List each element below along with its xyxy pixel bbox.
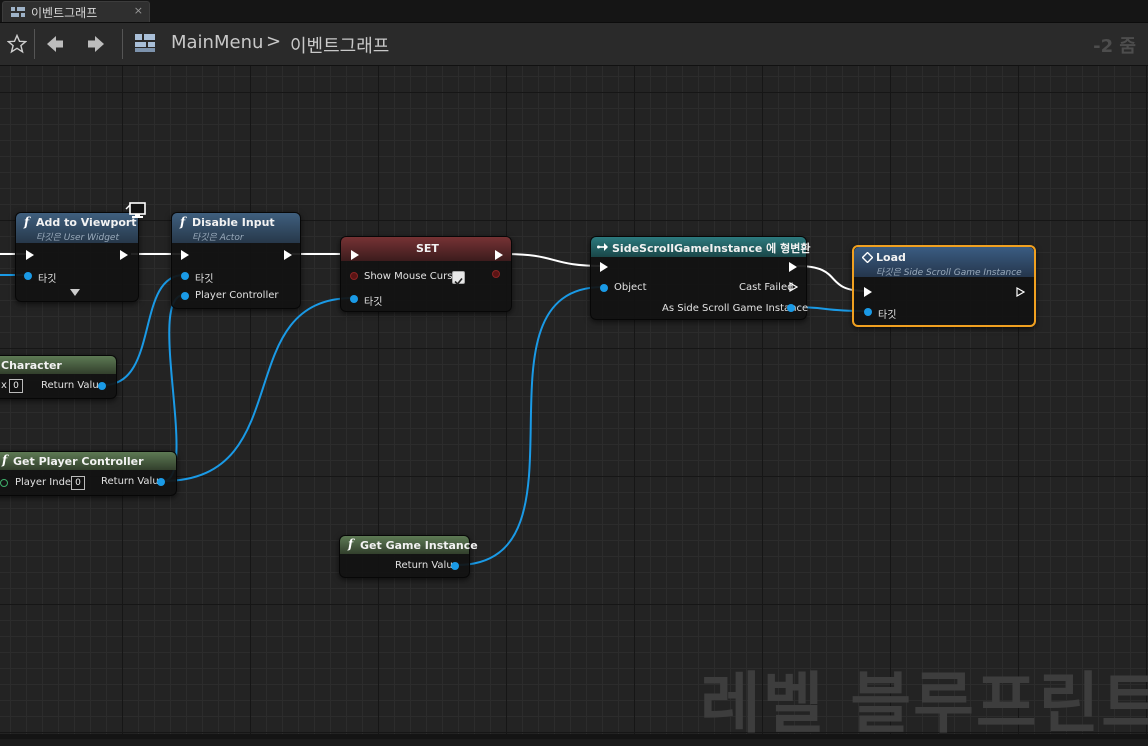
node-get-player-character[interactable]: Character x 0 Return Value <box>0 355 117 399</box>
arrow-left-icon <box>47 36 63 52</box>
pin-label: 타깃 <box>878 310 897 321</box>
node-disable-input[interactable]: f Disable Input 타깃은 Actor 타깃 Player Cont… <box>171 212 301 309</box>
node-set-show-mouse-cursor[interactable]: SET Show Mouse Cursor 타깃 <box>340 236 512 312</box>
pin-label: 타깃 <box>38 274 57 285</box>
function-icon: f <box>180 215 186 229</box>
favorite-star-button[interactable] <box>4 31 30 57</box>
node-title: SET <box>416 242 439 255</box>
event-diamond-icon <box>862 252 873 263</box>
pin-label: Object <box>614 282 647 293</box>
object-pin[interactable] <box>600 284 608 292</box>
toolbar-divider <box>122 29 123 59</box>
as-side-scroll-pin[interactable] <box>787 304 795 312</box>
show-mouse-cursor-checkbox[interactable] <box>452 271 465 286</box>
node-title: Add to Viewport <box>36 216 137 229</box>
breadcrumb-current: 이벤트그래프 <box>290 36 390 57</box>
show-mouse-cursor-out-pin[interactable] <box>492 270 500 278</box>
node-load[interactable]: Load 타깃은 Side Scroll Game Instance 타깃 <box>852 245 1036 327</box>
blueprint-graph-icon <box>135 34 155 52</box>
node-title: Load <box>876 251 906 264</box>
player-index-field[interactable]: 0 <box>71 476 85 490</box>
target-pin[interactable] <box>350 295 358 303</box>
node-cast-to-sidescrollgameinstance[interactable]: SideScrollGameInstance 에 형변환 Object Cast… <box>590 236 811 320</box>
level-blueprint-watermark: 레벨 블루프린트 <box>700 665 1148 742</box>
node-title: Get Player Controller <box>13 455 144 468</box>
cast-failed-exec-pin[interactable] <box>789 282 798 292</box>
exec-out-pin[interactable] <box>789 262 797 272</box>
pin-label: Player Controller <box>195 290 279 301</box>
arrow-right-icon <box>88 36 104 52</box>
node-title: Get Game Instance <box>360 539 478 552</box>
breadcrumb-mainmenu[interactable]: MainMenu <box>171 32 263 53</box>
exec-out-pin[interactable] <box>120 250 128 260</box>
function-icon: f <box>2 453 8 467</box>
forward-button[interactable] <box>83 31 109 57</box>
widget-monitor-icon <box>125 202 146 218</box>
pin-label: Return Value <box>101 476 165 487</box>
return-value-pin[interactable] <box>451 562 459 570</box>
node-get-game-instance[interactable]: f Get Game Instance Return Value <box>339 535 478 578</box>
tab-event-graph[interactable]: 이벤트그래프 × <box>2 1 150 22</box>
node-subtitle: 타깃은 User Widget <box>36 233 119 243</box>
toolbar-divider <box>34 29 35 59</box>
exec-out-pin[interactable] <box>495 250 503 260</box>
checkmark-icon <box>454 277 463 286</box>
exec-in-pin[interactable] <box>351 250 359 260</box>
node-add-to-viewport[interactable]: f Add to Viewport 타깃은 User Widget 타깃 <box>15 212 139 302</box>
pin-label: Return Value <box>395 560 459 571</box>
function-icon: f <box>348 537 354 551</box>
expand-arrow-icon[interactable] <box>70 289 80 296</box>
tab-label: 이벤트그래프 <box>31 6 98 20</box>
player-controller-pin[interactable] <box>181 292 189 300</box>
node-get-player-controller[interactable]: f Get Player Controller Player Index 0 R… <box>0 451 177 496</box>
tab-strip: 이벤트그래프 × <box>0 0 1148 23</box>
breadcrumb-separator: > <box>266 31 282 52</box>
pin-label: 타깃 <box>364 297 383 308</box>
function-icon: f <box>24 215 30 229</box>
zoom-level: -2 줌 <box>1093 36 1136 57</box>
pin-label: Show Mouse Cursor <box>364 271 463 282</box>
player-index-field[interactable]: 0 <box>9 379 23 393</box>
target-pin[interactable] <box>24 272 32 280</box>
close-icon[interactable]: × <box>134 4 143 17</box>
pin-label: Return Value <box>41 380 105 391</box>
target-pin[interactable] <box>181 272 189 280</box>
node-title: Character <box>1 359 62 372</box>
graph-canvas[interactable] <box>0 66 1148 739</box>
pin-label: 타깃 <box>195 274 214 285</box>
exec-in-pin[interactable] <box>181 250 189 260</box>
node-title: SideScrollGameInstance 에 형변환 <box>612 242 811 255</box>
back-button[interactable] <box>42 31 68 57</box>
exec-out-pin[interactable] <box>284 250 292 260</box>
exec-in-pin[interactable] <box>26 250 34 260</box>
pin-label: x <box>1 380 7 391</box>
player-index-pin[interactable] <box>0 479 8 487</box>
target-pin[interactable] <box>864 308 872 316</box>
pin-label: Cast Failed <box>739 282 794 293</box>
cast-arrow-icon <box>597 243 608 251</box>
node-subtitle: 타깃은 Side Scroll Game Instance <box>876 268 1022 278</box>
event-graph-icon <box>11 7 25 17</box>
node-title: Disable Input <box>192 216 275 229</box>
show-mouse-cursor-pin[interactable] <box>350 272 358 280</box>
node-subtitle: 타깃은 Actor <box>192 233 244 243</box>
exec-in-pin[interactable] <box>600 262 608 272</box>
return-value-pin[interactable] <box>98 382 106 390</box>
exec-in-pin[interactable] <box>864 287 872 297</box>
star-icon <box>7 34 27 54</box>
toolbar: MainMenu > 이벤트그래프 -2 줌 <box>0 23 1148 66</box>
return-value-pin[interactable] <box>157 478 165 486</box>
exec-out-pin[interactable] <box>1016 287 1025 297</box>
pin-label: Player Index <box>15 477 77 488</box>
